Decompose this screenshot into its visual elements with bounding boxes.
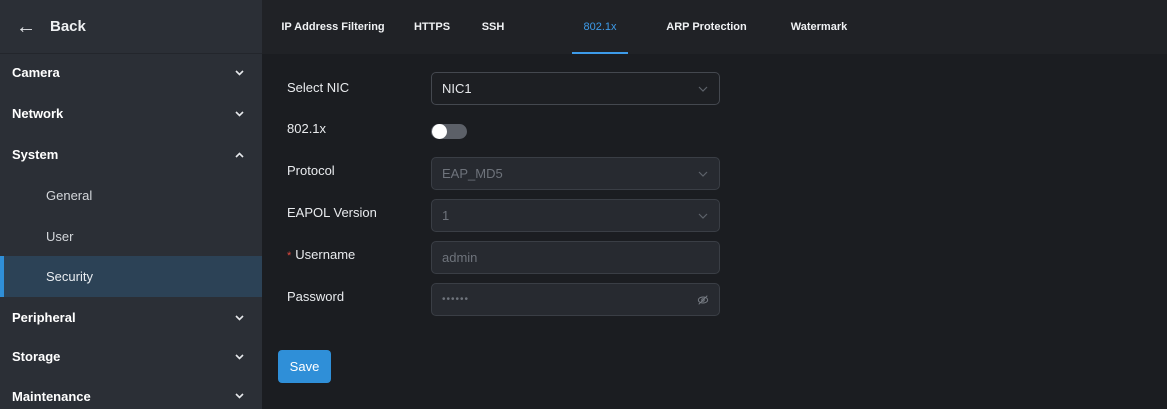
enable-8021x-label: 802.1x <box>287 121 327 136</box>
required-marker: * <box>287 250 292 262</box>
protocol-dropdown[interactable]: EAP_MD5 <box>431 157 720 190</box>
sidebar-item-label: System <box>12 147 59 162</box>
select-nic-dropdown[interactable]: NIC1 <box>431 72 720 105</box>
chevron-down-icon <box>234 109 244 119</box>
save-button[interactable]: Save <box>278 350 331 383</box>
tab-ssh[interactable]: SSH <box>477 0 509 54</box>
chevron-down-icon <box>697 83 709 95</box>
tab-802-1x[interactable]: 802.1x <box>572 0 628 54</box>
sidebar-item-label: Camera <box>12 65 60 80</box>
sidebar-item-peripheral[interactable]: Peripheral <box>0 297 262 338</box>
chevron-down-icon <box>234 68 244 78</box>
sidebar-item-maintenance[interactable]: Maintenance <box>0 377 262 409</box>
select-nic-label: Select NIC <box>287 80 350 95</box>
sidebar-subitem-general[interactable]: General <box>0 175 262 216</box>
sidebar-item-system[interactable]: System <box>0 134 262 175</box>
sidebar-item-storage[interactable]: Storage <box>0 336 262 377</box>
username-label: * Username <box>287 247 355 262</box>
enable-8021x-toggle[interactable] <box>431 124 467 139</box>
sidebar-item-label: Maintenance <box>12 388 91 404</box>
sidebar-item-label: Network <box>12 106 64 121</box>
back-button[interactable]: ← Back <box>0 0 262 54</box>
sidebar-item-label: Peripheral <box>12 310 76 325</box>
chevron-down-icon <box>234 313 244 323</box>
toggle-knob <box>432 124 447 139</box>
password-value: •••••• <box>442 294 470 305</box>
username-placeholder: admin <box>442 250 478 265</box>
tab-watermark[interactable]: Watermark <box>787 0 851 54</box>
sidebar: ← Back Camera Network System General Use… <box>0 0 262 409</box>
chevron-down-icon <box>234 391 244 401</box>
select-nic-value: NIC1 <box>442 81 472 96</box>
chevron-down-icon <box>234 352 244 362</box>
tab-bar: IP Address Filtering HTTPS SSH 802.1x AR… <box>262 0 1167 54</box>
back-label: Back <box>50 18 86 35</box>
protocol-label: Protocol <box>287 163 335 178</box>
sidebar-item-label: Storage <box>12 349 61 364</box>
eapol-version-value: 1 <box>442 208 450 223</box>
tab-https[interactable]: HTTPS <box>412 0 452 54</box>
chevron-down-icon <box>697 168 709 180</box>
sidebar-subitem-user[interactable]: User <box>0 216 262 257</box>
sidebar-subitem-label: General <box>46 188 93 203</box>
username-label-text: Username <box>295 247 356 262</box>
eapol-version-label: EAPOL Version <box>287 205 377 220</box>
tab-arp-protection[interactable]: ARP Protection <box>660 0 753 54</box>
username-input[interactable]: admin <box>431 241 720 274</box>
eye-off-icon[interactable] <box>697 294 709 306</box>
password-input[interactable]: •••••• <box>431 283 720 316</box>
protocol-value: EAP_MD5 <box>442 166 503 181</box>
chevron-up-icon <box>234 150 244 160</box>
sidebar-subitem-label: User <box>46 229 74 244</box>
tab-ip-address-filtering[interactable]: IP Address Filtering <box>279 0 387 54</box>
chevron-down-icon <box>697 210 709 222</box>
password-label: Password <box>287 289 345 304</box>
sidebar-subitem-security[interactable]: Security <box>0 256 262 297</box>
sidebar-item-network[interactable]: Network <box>0 93 262 134</box>
sidebar-subitem-label: Security <box>46 269 93 284</box>
arrow-left-icon: ← <box>16 15 36 38</box>
sidebar-item-camera[interactable]: Camera <box>0 52 262 93</box>
eapol-version-dropdown[interactable]: 1 <box>431 199 720 232</box>
